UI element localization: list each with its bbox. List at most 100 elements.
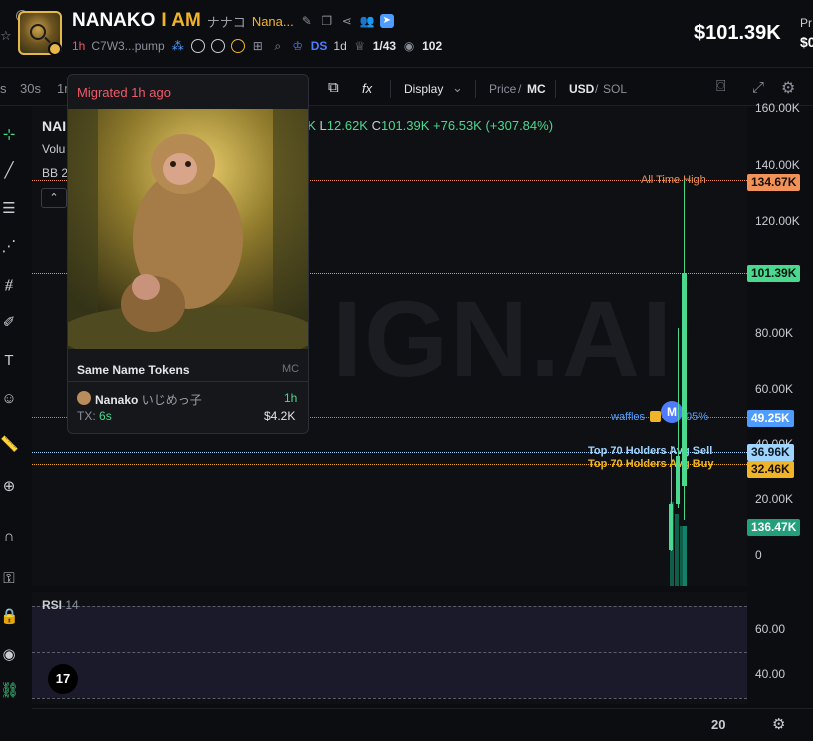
star-icon[interactable]: ☆ [0,28,12,44]
y-tick: 20.00K [755,492,794,506]
same-token-age: 1h [284,391,298,405]
timeframe-s[interactable]: s [0,81,7,96]
tx-value: 6s [99,409,112,423]
y-tick: 160.00K [755,101,800,115]
migration-marker[interactable]: M [661,401,683,423]
time-axis[interactable]: 20 ⚙ [32,708,813,741]
brush-icon[interactable]: ✐ [0,314,18,332]
same-token-tx: TX: 6s [77,409,112,423]
visibility-icon[interactable]: ◉ [0,646,18,664]
text-icon[interactable]: T [0,352,18,370]
token-age: 1h [72,39,86,53]
fullscreen-icon[interactable]: ⤢ [752,79,764,96]
same-token-name[interactable]: Nanako いじめっ子 [95,391,202,408]
divider [68,381,308,382]
price-toggle[interactable]: Price [489,82,516,96]
ruler-icon[interactable]: 📏 [0,436,19,454]
waffles-flag-icon [650,411,661,422]
current-price-tag: 101.39K [747,265,801,282]
same-token-avatar [77,391,91,405]
rsi-name: RSI [42,598,63,612]
community-icon[interactable]: 👥 [360,14,375,28]
tradingview-logo[interactable]: 17 [48,664,78,694]
legend-collapse-button[interactable]: ⌃ [41,188,67,208]
token-popover: Migrated 1h ago Same Name Tokens MC Nana… [67,74,309,434]
volume-bar [683,526,687,586]
token-name: I AM [161,10,201,31]
tx-label: TX: [77,409,96,423]
same-name-title: Same Name Tokens [77,363,190,377]
chevron-down-icon[interactable]: ⌄ [452,80,463,96]
share-icon[interactable]: ⋖ [340,14,354,28]
ds-label: DS [310,39,328,53]
y-tick: 120.00K [755,214,800,228]
display-button[interactable]: Display [404,82,443,96]
magnet-icon[interactable]: ∩ [0,528,18,546]
indicators-button[interactable]: fx [362,81,372,96]
slash: / [518,82,522,96]
trendline-icon[interactable]: ╱ [0,162,18,180]
y-tick: 0 [755,548,762,562]
contract-address[interactable]: C7W3...pump [91,39,164,53]
ohlc-c-label: C [371,118,381,133]
token-image [68,109,308,349]
post-icon[interactable]: ⊞ [251,39,265,53]
top70-buy-tag: 32.46K [747,461,794,478]
dollar-icon[interactable] [230,39,245,53]
forecast-icon[interactable]: ⧥ [0,276,18,294]
rsi-upper-line [32,606,747,607]
price-value-secondary: $0 [800,34,813,50]
telegram-icon[interactable]: ➤ [379,14,394,28]
y-tick: 80.00K [755,326,794,340]
link-icon[interactable]: ⛓ [0,682,19,700]
list-icon[interactable] [210,39,225,53]
edit-icon[interactable]: ✎ [300,14,314,28]
eye-icon: ◉ [403,39,415,53]
y-tick: 140.00K [755,158,800,172]
copy-icon[interactable]: ❐ [320,14,334,28]
same-token-mc: $4.2K [264,409,296,423]
waffles-label: waffles [611,411,646,423]
ohlc-close: 101.39K [380,118,430,133]
legend-volume: Volu [42,142,66,156]
search-image-icon [30,24,46,40]
bundle-icon[interactable]: ⁂ [171,39,185,53]
lock-draw-icon[interactable]: ⚿ [0,570,18,588]
same-token-label: Nanako [95,393,139,407]
legend-symbol: NAI [42,118,67,134]
camera-icon[interactable]: ⌼ [716,78,726,96]
website-icon[interactable] [190,39,205,53]
legend-bollinger: BB 2 [42,166,69,180]
drawing-tools-rail: ⊹ ╱ ☰ ⋰ ⧥ ✐ T ☺ 📏 ⊕ ∩ ⚿ 🔒 ◉ ⛓ [0,106,26,741]
settings-icon[interactable]: ⚙ [781,78,795,98]
toolbar-divider [475,80,476,98]
toolbar-divider [390,80,391,98]
timeframe-30s[interactable]: 30s [20,81,41,96]
emoji-icon[interactable]: ☺ [0,390,18,408]
rsi-pane[interactable]: RSI 14 17 [32,592,747,704]
pattern-icon[interactable]: ⋰ [0,238,18,256]
ath-label: All Time High [641,174,706,186]
ohlc-change: +76.53K (+307.84%) [433,118,554,133]
search-icon[interactable]: ⌕ [271,39,285,53]
usd-toggle[interactable]: USD [569,82,594,96]
crosshair-icon[interactable]: ⊹ [0,126,18,144]
lock-icon[interactable]: 🔒 [0,608,19,626]
token-header: ◎ ☆ NANAKO I AM ナナコ Nana... ✎ ❐ ⋖ 👥 ➤ 1h… [0,0,813,68]
waffles-percent: 05% [686,411,709,423]
axis-settings-icon[interactable]: ⚙ [772,715,785,733]
candle-body [682,273,687,486]
watchers-count: 102 [422,39,443,53]
slash: / [595,82,599,96]
sol-toggle[interactable]: SOL [603,82,627,96]
mc-toggle[interactable]: MC [527,82,546,96]
rsi-lower-line [32,698,747,699]
avatar-badge-icon [48,42,62,56]
rsi-tick: 40.00 [755,667,786,681]
candle-type-icon[interactable]: ⧉ [328,79,339,96]
price-axis[interactable]: 160.00K 134.67K 140.00K 120.00K 101.39K … [747,101,813,686]
waffles-tag: 49.25K [747,410,794,427]
fib-icon[interactable]: ☰ [0,200,18,218]
top70-sell-label: Top 70 Holders Avg Sell [588,445,713,457]
zoom-icon[interactable]: ⊕ [0,478,18,496]
